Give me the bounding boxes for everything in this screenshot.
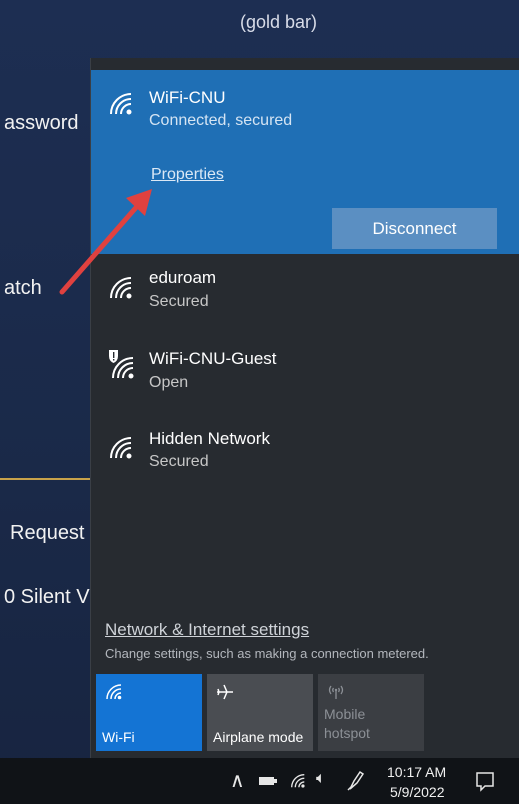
- wifi-toggle-tile[interactable]: Wi-Fi: [96, 674, 202, 751]
- taskbar: ∧ 🔈︎ 10:17 AM 5/9/2022: [0, 758, 519, 804]
- wifi-icon[interactable]: [289, 772, 307, 790]
- properties-link[interactable]: Properties: [151, 166, 224, 184]
- network-name: eduroam: [149, 268, 217, 287]
- gold-bar-label: (gold bar): [240, 12, 318, 32]
- disconnect-button[interactable]: Disconnect: [332, 208, 497, 249]
- airplane-mode-tile[interactable]: Airplane mode: [207, 674, 313, 751]
- bg-text-watch: atch: [4, 277, 42, 299]
- tile-label: Mobile hotspot: [324, 706, 370, 741]
- wifi-unsecured-icon: [109, 350, 134, 379]
- wifi-signal-icon: [110, 437, 132, 459]
- bg-text-password: assword: [4, 112, 79, 134]
- network-flyout: WiFi-CNU Connected, secured Properties D…: [90, 58, 519, 758]
- bg-text-request: Request: [10, 522, 85, 544]
- network-item-hidden[interactable]: Hidden Network Secured: [91, 418, 519, 490]
- wifi-signal-icon: [110, 93, 132, 115]
- clock-time[interactable]: 10:17 AM: [387, 764, 446, 780]
- network-internet-settings-link[interactable]: Network & Internet settings: [105, 620, 309, 640]
- wifi-icon: [106, 684, 122, 700]
- network-settings-description: Change settings, such as making a connec…: [105, 646, 429, 661]
- tile-label: Wi-Fi: [102, 729, 135, 745]
- hotspot-icon: [328, 685, 344, 699]
- notification-icon[interactable]: [474, 770, 496, 792]
- bg-text-silent: 0 Silent V: [4, 586, 90, 608]
- network-item-wifi-cnu-guest[interactable]: WiFi-CNU-Guest Open: [91, 338, 519, 410]
- network-name: Hidden Network: [149, 429, 270, 448]
- network-name: WiFi-CNU: [149, 88, 226, 107]
- pen-icon[interactable]: [346, 769, 366, 791]
- volume-icon[interactable]: 🔈︎: [316, 770, 326, 788]
- mobile-hotspot-tile[interactable]: Mobile hotspot: [318, 674, 424, 751]
- wifi-signal-icon: [110, 277, 132, 299]
- tile-label: Airplane mode: [213, 729, 304, 745]
- network-name: WiFi-CNU-Guest: [149, 349, 277, 368]
- battery-icon[interactable]: [258, 775, 278, 787]
- gold-divider: [0, 478, 100, 480]
- network-status: Secured: [149, 453, 209, 470]
- airplane-icon: [217, 684, 233, 700]
- network-status: Secured: [149, 293, 209, 310]
- network-item-wifi-cnu[interactable]: WiFi-CNU Connected, secured Properties D…: [91, 70, 519, 254]
- clock-date[interactable]: 5/9/2022: [390, 784, 445, 800]
- network-status: Open: [149, 374, 189, 391]
- chevron-up-icon[interactable]: ∧: [230, 768, 245, 793]
- network-item-eduroam[interactable]: eduroam Secured: [91, 258, 519, 330]
- network-status: Connected, secured: [149, 112, 293, 129]
